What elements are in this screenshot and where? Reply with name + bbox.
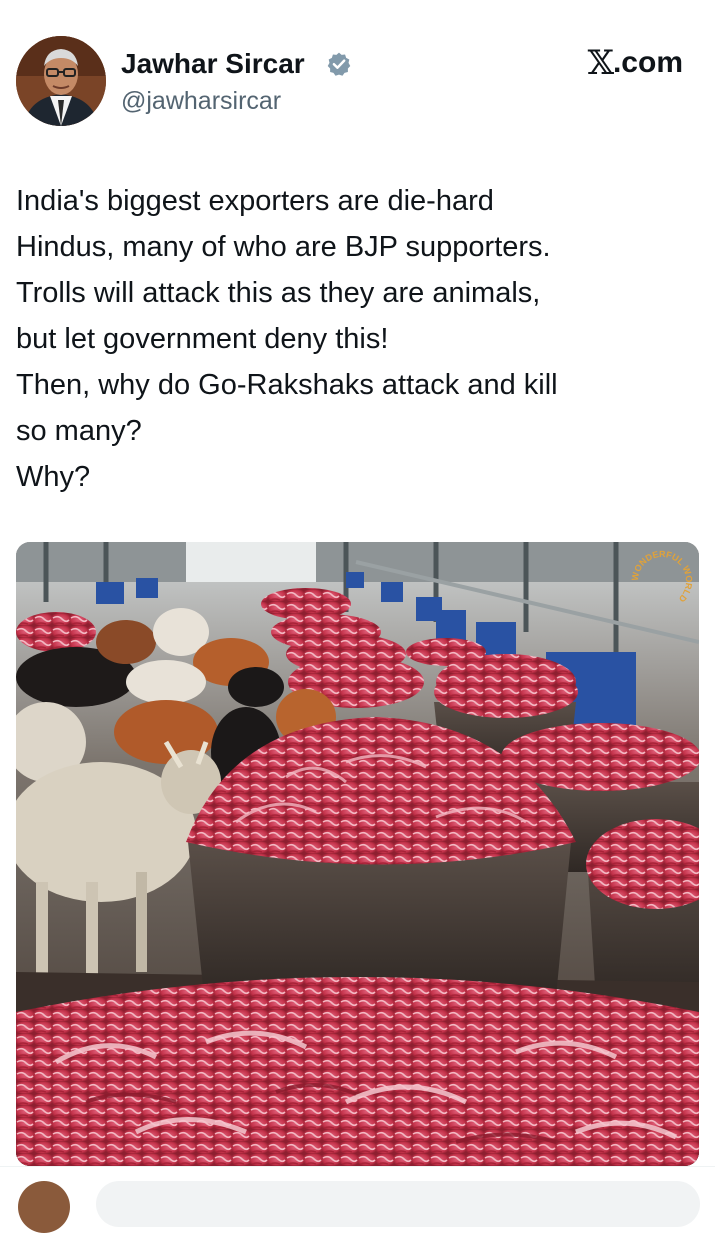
verified-badge-icon xyxy=(327,52,351,76)
tweet-header: Jawhar Sircar @jawharsircar 𝕏 .com xyxy=(0,0,715,140)
tweet-line: Trolls will attack this as they are anim… xyxy=(16,277,541,309)
reply-avatar[interactable] xyxy=(18,1181,70,1233)
reply-bar xyxy=(0,1166,715,1233)
tweet-line: Hindus, many of who are BJP supporters. xyxy=(16,231,551,263)
tweet-line: Then, why do Go-Rakshaks attack and kill xyxy=(16,369,558,401)
reply-input[interactable] xyxy=(96,1181,700,1227)
watermark-text: WONDERFUL WORLD xyxy=(630,549,694,605)
tweet-line: Why? xyxy=(16,461,91,493)
tweet-text: India's biggest exporters are die-hard H… xyxy=(16,178,696,500)
wonderful-world-watermark: WONDERFUL WORLD xyxy=(630,549,694,605)
cattle-meat-photo xyxy=(16,542,699,1166)
tweet-line: so many? xyxy=(16,415,142,447)
tweet-media-image[interactable]: WONDERFUL WORLD xyxy=(16,542,699,1166)
tweet-line: India's biggest exporters are die-hard xyxy=(16,185,494,217)
svg-text:WONDERFUL WORLD: WONDERFUL WORLD xyxy=(630,549,694,605)
x-logo-icon: 𝕏 xyxy=(587,43,614,83)
tweet-line: but let government deny this! xyxy=(16,323,389,355)
profile-photo-icon xyxy=(16,36,106,126)
author-avatar[interactable] xyxy=(16,36,106,126)
x-brand-logo: 𝕏 .com xyxy=(588,46,683,80)
brand-suffix: .com xyxy=(612,46,683,79)
author-name[interactable]: Jawhar Sircar xyxy=(121,48,305,80)
author-handle[interactable]: @jawharsircar xyxy=(121,86,281,116)
